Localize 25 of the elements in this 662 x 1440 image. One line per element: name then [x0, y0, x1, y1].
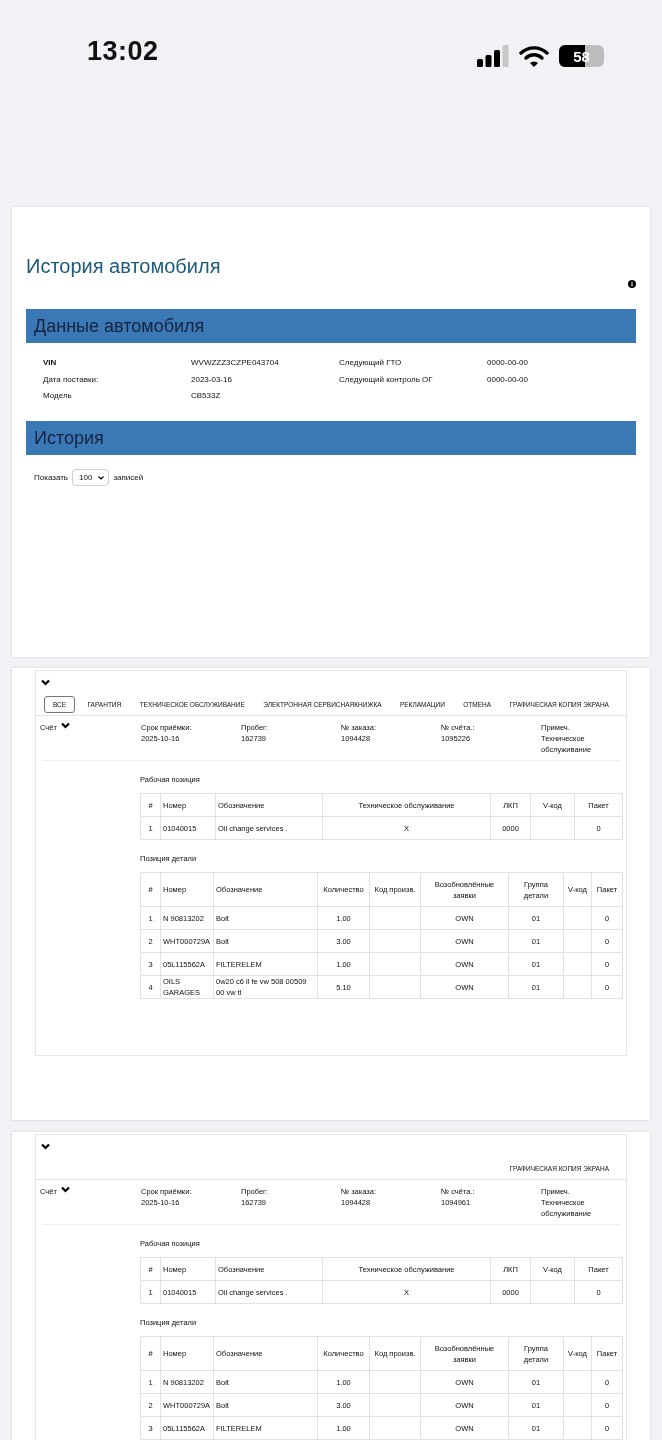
entries-select[interactable]: 100 — [72, 469, 110, 486]
field-value: 2023-03-16 — [191, 373, 233, 386]
field-label: Следующий ГТО — [339, 357, 403, 369]
entries-label: записей — [113, 473, 144, 482]
field-value: 0000-00-00 — [487, 373, 529, 386]
chevron-down-icon[interactable] — [60, 1186, 70, 1193]
section-heading: Данные автомобиля — [34, 315, 205, 337]
field-value: 0000-00-00 — [487, 357, 529, 369]
page-title: История автомобиля — [26, 254, 222, 278]
info-icon[interactable] — [628, 280, 636, 288]
clock-time: 13:02 — [87, 36, 159, 67]
field-value: CB533Z — [191, 390, 222, 403]
chevron-down-icon[interactable] — [60, 722, 70, 729]
field-value: WVWZZZ3CZPE043704 — [191, 357, 280, 369]
wifi-icon — [519, 45, 549, 67]
chevron-down-icon[interactable] — [41, 679, 50, 686]
chevron-down-icon[interactable] — [41, 1143, 50, 1150]
caret-icon — [98, 475, 105, 480]
field-label: Дата поставки: — [43, 373, 100, 386]
section-heading: История — [34, 427, 104, 449]
field-label: Модель — [43, 390, 73, 403]
show-label: Показать — [34, 473, 68, 482]
field-label: Следующий контроль ОГ — [339, 373, 434, 386]
field-label: VIN — [43, 357, 58, 369]
signal-icon — [477, 45, 509, 67]
